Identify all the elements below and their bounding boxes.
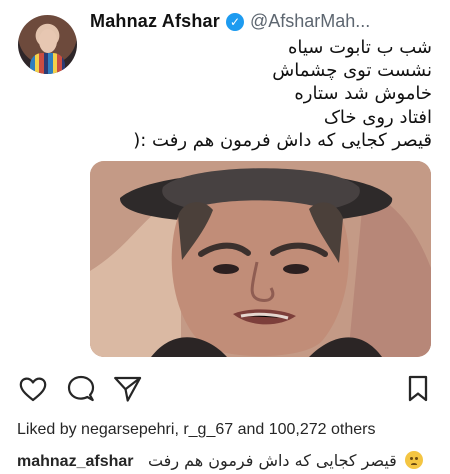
tweet-photo[interactable] xyxy=(90,161,431,357)
post-action-bar xyxy=(0,372,450,408)
avatar-face xyxy=(39,29,57,53)
caption-text: قیصر کجایی که داش فرمون هم رفت xyxy=(147,451,397,470)
heart-outline-icon xyxy=(19,377,47,401)
tweet-line-2: نشست توی چشماش xyxy=(272,60,432,82)
tweet-line-1: شب ب تابوت سیاه xyxy=(287,37,432,58)
caption-username[interactable]: mahnaz_afshar xyxy=(17,453,134,470)
save-button[interactable] xyxy=(401,372,435,406)
tweet-line-3: خاموش شد ستاره xyxy=(294,83,432,105)
tweet-text: شب ب تابوت سیاه نشست توی چشماش خاموش شد … xyxy=(102,36,432,152)
share-button[interactable] xyxy=(110,372,144,406)
bookmark-outline-icon xyxy=(408,375,428,402)
profile-avatar[interactable] xyxy=(18,15,77,74)
avatar-scarf xyxy=(30,53,65,74)
comment-outline-icon xyxy=(67,375,95,402)
tweet-line-4: افتاد روی خاک xyxy=(323,106,432,128)
user-handle[interactable]: @AfsharMah... xyxy=(250,11,370,32)
post-caption: mahnaz_afshar قیصر کجایی که داش فرمون هم… xyxy=(17,448,424,471)
tweet-author-row: Mahnaz Afshar ✓ @AfsharMah... xyxy=(90,11,370,32)
verified-check-icon: ✓ xyxy=(225,12,244,31)
sad-face-emoji-icon xyxy=(405,451,424,469)
send-outline-icon xyxy=(113,376,141,402)
like-button[interactable] xyxy=(16,372,50,406)
display-name[interactable]: Mahnaz Afshar xyxy=(90,11,220,32)
comment-button[interactable] xyxy=(64,372,98,406)
embedded-tweet: Mahnaz Afshar ✓ @AfsharMah... شب ب تابوت… xyxy=(0,0,450,362)
tweet-line-5: قیصر کجایی که داش فرمون هم رفت :( xyxy=(133,129,432,151)
likes-summary[interactable]: Liked by negarsepehri, r_g_67 and 100,27… xyxy=(17,421,375,439)
portrait-illustration xyxy=(90,161,431,357)
